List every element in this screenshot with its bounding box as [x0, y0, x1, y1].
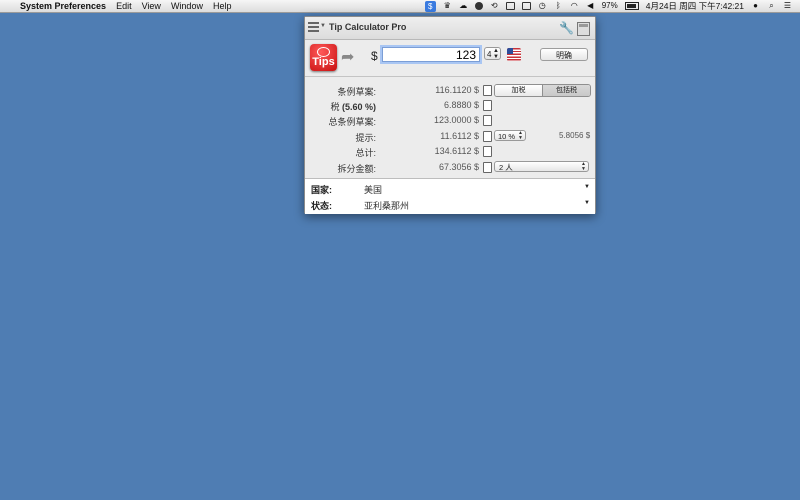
user-icon[interactable]: ●: [751, 2, 760, 10]
wrench-icon[interactable]: 🔧: [559, 21, 574, 35]
chevron-down-icon[interactable]: ▼: [320, 23, 326, 29]
tax-row: 税 (5.60 %) 6.8880 $: [305, 98, 595, 113]
bluetooth-icon[interactable]: ᛒ: [554, 2, 563, 10]
tax-value: 6.8880 $: [443, 100, 479, 110]
chevron-down-icon[interactable]: ▼: [584, 200, 590, 206]
wifi-icon[interactable]: ◠: [570, 2, 579, 10]
tip-label: 提示:: [355, 133, 376, 143]
spotlight-search-icon[interactable]: ⌕: [767, 2, 776, 10]
currency-symbol: $: [371, 49, 378, 63]
grand-total-value: 134.6112 $: [434, 146, 479, 156]
tip-row: 提示: 11.6112 $ 10 % ▲ ▼ 5.8056 $: [305, 129, 595, 144]
trophy-icon[interactable]: ♛: [443, 2, 452, 10]
panel-title: Tip Calculator Pro: [329, 22, 407, 32]
split-row: 拆分金额: 67.3056 $ 2 人 ▲ ▼: [305, 160, 595, 175]
copy-icon[interactable]: [483, 131, 492, 142]
decimal-places-select[interactable]: 4 ▲ ▼: [484, 47, 501, 60]
tax-mode-include[interactable]: 包括税: [542, 85, 590, 96]
chevron-down-icon[interactable]: ▼: [584, 184, 590, 190]
menu-app-name[interactable]: System Preferences: [20, 0, 106, 12]
copy-icon[interactable]: [483, 162, 492, 173]
share-arrow-icon[interactable]: ➦: [341, 47, 354, 67]
copy-icon[interactable]: [483, 100, 492, 111]
copy-icon[interactable]: [483, 85, 492, 96]
panel-title-bar: ▼ Tip Calculator Pro 🔧: [305, 17, 595, 40]
dropbox-icon[interactable]: [474, 2, 483, 10]
list-menu-icon[interactable]: [308, 22, 319, 33]
subtotal-label: 条例草案:: [337, 87, 376, 97]
copy-icon[interactable]: [483, 146, 492, 157]
tip-calculator-status-icon[interactable]: $: [424, 0, 436, 12]
airplay-icon[interactable]: [521, 2, 531, 10]
tips-app-icon: Tips: [310, 44, 337, 71]
split-label: 拆分金额:: [337, 164, 376, 174]
tip-value: 11.6112 $: [440, 131, 479, 141]
tax-mode-add[interactable]: 加税: [495, 85, 542, 96]
split-value: 67.3056 $: [438, 162, 479, 172]
state-label: 状态:: [311, 201, 332, 211]
country-row[interactable]: 国家: 美国 ▼: [305, 180, 595, 196]
split-people-select[interactable]: 2 人 ▲ ▼: [494, 161, 589, 172]
tip-per-person: 5.8056 $: [559, 131, 591, 140]
battery-percent: 97%: [601, 1, 618, 10]
grand-total-label: 总计:: [355, 148, 376, 158]
menu-help[interactable]: Help: [213, 0, 232, 12]
country-value[interactable]: 美国: [364, 183, 382, 196]
total-bill-label: 总条例草案:: [328, 117, 376, 127]
bill-amount-input[interactable]: [382, 47, 480, 62]
grand-total-row: 总计: 134.6112 $: [305, 144, 595, 159]
country-label: 国家:: [311, 185, 332, 195]
tip-calculator-panel: ▼ Tip Calculator Pro 🔧 Tips ➦ $ 4▲▼ 明确 条…: [304, 16, 596, 214]
location-section: 国家: 美国 ▼ 状态: 亚利桑那州 ▼: [305, 178, 595, 214]
tip-percent-select[interactable]: 10 % ▲ ▼: [494, 130, 526, 141]
menu-clock[interactable]: 4月24日 周四 下午7:42:21: [646, 0, 744, 12]
total-bill-row: 总条例草案: 123.0000 $: [305, 113, 595, 128]
calculator-icon[interactable]: [577, 22, 590, 36]
divider: [305, 76, 595, 77]
battery-icon[interactable]: [624, 2, 639, 10]
tax-label: 税 (5.60 %): [330, 102, 376, 112]
us-flag-icon[interactable]: [507, 48, 521, 61]
tax-mode-toggle[interactable]: 加税 包括税: [494, 84, 591, 97]
cloud-icon[interactable]: ☁: [459, 2, 468, 10]
subtotal-value: 116.1120 $: [435, 85, 479, 95]
menu-view[interactable]: View: [142, 0, 161, 12]
sync-icon[interactable]: ⟲: [490, 2, 499, 10]
clear-button[interactable]: 明确: [540, 48, 588, 61]
notification-center-icon[interactable]: ☰: [783, 2, 792, 10]
amount-input-row: Tips ➦ $ 4▲▼ 明确: [305, 40, 595, 88]
menu-bar: System Preferences Edit View Window Help…: [0, 0, 800, 13]
copy-icon[interactable]: [483, 115, 492, 126]
window-icon[interactable]: [505, 2, 515, 10]
subtotal-row: 条例草案: 116.1120 $ 加税 包括税: [305, 83, 595, 98]
tax-rate: (5.60 %): [341, 102, 376, 112]
state-row[interactable]: 状态: 亚利桑那州 ▼: [305, 196, 595, 212]
menu-edit[interactable]: Edit: [116, 0, 132, 12]
volume-icon[interactable]: ◀: [586, 2, 595, 10]
total-bill-value: 123.0000 $: [433, 115, 479, 125]
state-value[interactable]: 亚利桑那州: [364, 199, 409, 212]
time-machine-icon[interactable]: ◷: [538, 2, 547, 10]
menu-window[interactable]: Window: [171, 0, 203, 12]
